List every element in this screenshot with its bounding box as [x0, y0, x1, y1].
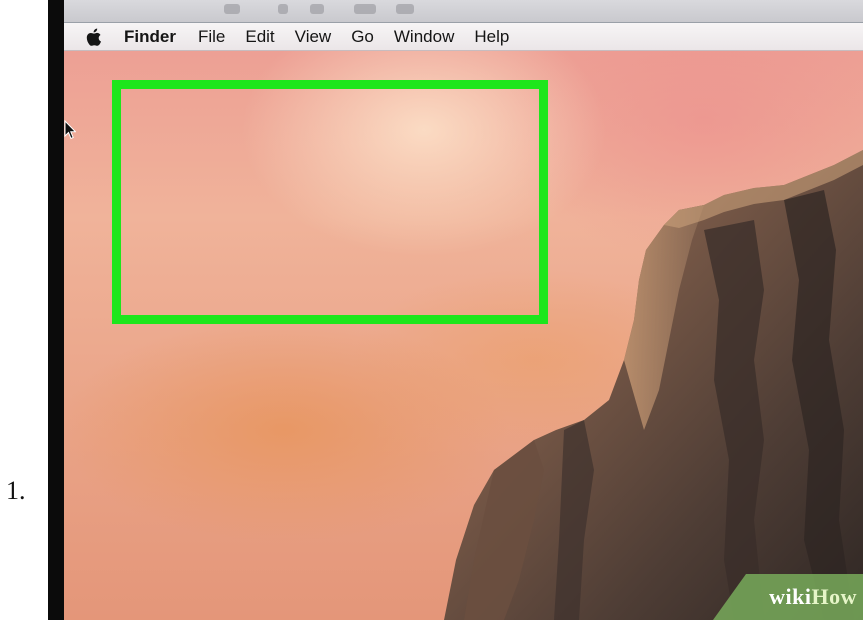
- menu-window[interactable]: Window: [394, 27, 454, 47]
- tutorial-step-image: 1. Finder File Edit View Go Window Help …: [0, 0, 863, 620]
- menu-go[interactable]: Go: [351, 27, 374, 47]
- toolbar-glyph: [278, 4, 288, 14]
- menu-finder[interactable]: Finder: [124, 27, 176, 47]
- window-toolbar-strip: [64, 0, 863, 23]
- toolbar-glyph: [224, 4, 240, 14]
- screen-left-edge: [48, 0, 64, 620]
- step-number: 1.: [6, 476, 26, 505]
- menu-edit[interactable]: Edit: [245, 27, 274, 47]
- wikihow-watermark: wikiHow: [693, 570, 863, 620]
- apple-logo-icon[interactable]: [86, 28, 102, 46]
- toolbar-glyph: [354, 4, 376, 14]
- watermark-wiki: wiki: [769, 584, 812, 609]
- watermark-text: wikiHow: [769, 584, 857, 610]
- mouse-pointer-icon: [64, 120, 76, 140]
- menu-help[interactable]: Help: [474, 27, 509, 47]
- watermark-how: How: [811, 584, 857, 609]
- menu-bar: Finder File Edit View Go Window Help: [64, 23, 863, 51]
- green-highlight-box: [112, 80, 548, 324]
- menu-view[interactable]: View: [295, 27, 332, 47]
- toolbar-glyph: [396, 4, 414, 14]
- toolbar-glyph: [310, 4, 324, 14]
- menu-file[interactable]: File: [198, 27, 225, 47]
- mac-screen-frame: Finder File Edit View Go Window Help wik…: [48, 0, 863, 620]
